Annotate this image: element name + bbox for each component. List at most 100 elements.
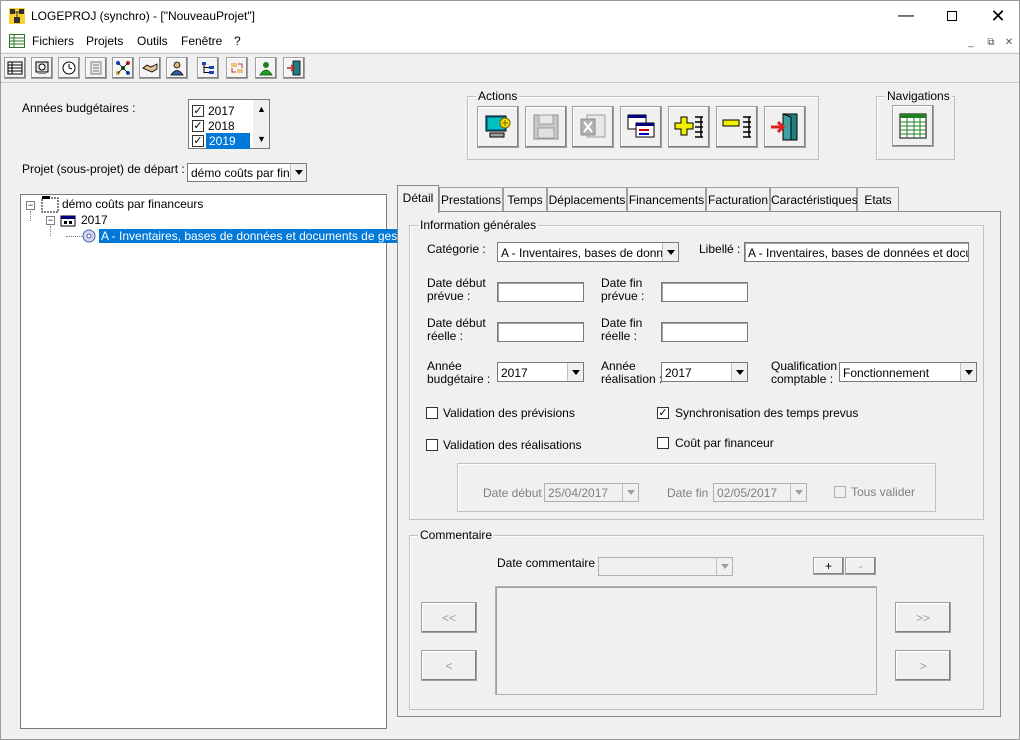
remove-comment-button[interactable]: - [845,557,876,575]
date-commentaire-label: Date commentaire : [497,556,602,570]
excel-export-icon[interactable] [572,106,614,148]
computer-wizard-icon[interactable] [477,106,519,148]
project-label: Projet (sous-projet) de départ : [22,162,185,176]
tab-deplacements[interactable]: Déplacements [547,187,627,211]
task-disc-icon [82,229,96,243]
chevron-down-icon[interactable] [731,363,747,381]
commentaire-title: Commentaire [418,528,495,542]
document-icon[interactable] [85,57,107,79]
date-fin-prevue-input[interactable] [661,282,748,302]
menu-fichiers[interactable]: Fichiers [32,34,74,48]
date-debut-prevue-input[interactable] [497,282,584,302]
table-icon[interactable] [4,57,26,79]
categorie-label: Catégorie : [427,242,486,256]
tree-chart-icon[interactable] [197,57,219,79]
budget-icon[interactable] [31,57,53,79]
last-comment-button[interactable]: >> [895,602,951,633]
collapse-icon[interactable]: − [26,201,35,210]
exit-door-icon[interactable] [764,106,806,148]
window-list-icon[interactable] [620,106,662,148]
collapse-icon[interactable]: − [46,216,55,225]
mdi-close-icon[interactable]: ✕ [1001,36,1017,50]
actions-title: Actions [476,89,520,103]
chevron-down-icon[interactable] [567,363,583,381]
date-debut-reelle-label: Date début réelle : [427,316,486,343]
user-icon[interactable] [166,57,188,79]
tree-year-node[interactable]: 2017 [81,213,108,227]
chevron-down-icon[interactable] [622,484,638,501]
chevron-down-icon[interactable] [290,164,306,181]
chevron-down-icon[interactable] [790,484,806,501]
window-title: LOGEPROJ (synchro) - ["NouveauProjet"] [31,9,255,23]
network-icon[interactable] [112,57,134,79]
sub-date-debut-label: Date début : [483,486,549,500]
tab-detail[interactable]: Détail [397,185,439,213]
menu-projets[interactable]: Projets [86,34,123,48]
chevron-down-icon[interactable] [716,558,732,575]
add-comment-button[interactable]: + [813,557,844,575]
date-fin-prevue-label: Date fin prévue : [601,276,645,303]
maximize-icon[interactable] [929,1,975,31]
handshake-icon[interactable] [139,57,161,79]
tree-task-node[interactable]: A - Inventaires, bases de données et doc… [98,228,420,244]
menu-outils[interactable]: Outils [137,34,168,48]
date-commentaire-select[interactable] [598,557,733,576]
categorie-select[interactable]: A - Inventaires, bases de données [497,242,679,262]
annee-realisation-label: Année réalisation : [601,359,663,386]
sub-date-fin-select[interactable]: 02/05/2017 [713,483,807,502]
annee-budgetaire-label: Année budgétaire : [427,359,491,386]
scroll-down-icon[interactable]: ▼ [257,134,266,144]
date-fin-reelle-input[interactable] [661,322,748,342]
transfer-icon[interactable] [226,57,248,79]
chevron-down-icon[interactable] [662,243,678,261]
years-label: Années budgétaires : [22,101,136,115]
scroll-up-icon[interactable]: ▲ [257,104,266,114]
years-checklist[interactable]: ✓ 2017 ✓ 2018 ✓ 2019 ▲ ▼ [188,99,270,149]
first-comment-button[interactable]: << [421,602,477,633]
navigations-title: Navigations [885,89,952,103]
chevron-down-icon[interactable] [960,363,976,381]
close-icon[interactable]: ✕ [975,1,1020,31]
project-tree[interactable]: − démo coûts par financeurs − 2017 A - I… [20,194,420,729]
tab-etats[interactable]: Etats [857,187,899,211]
tree-root-node[interactable]: démo coûts par financeurs [62,197,203,211]
qualification-label: Qualification comptable : [771,359,838,386]
years-scrollbar[interactable]: ▲ ▼ [253,100,269,148]
clock-icon[interactable] [58,57,80,79]
tab-facturation[interactable]: Facturation [706,187,770,211]
save-disk-icon[interactable] [525,106,567,148]
remove-row-icon[interactable] [716,106,758,148]
mdi-minimize-icon[interactable]: _ [963,36,979,50]
date-debut-reelle-input[interactable] [497,322,584,342]
exit-door-icon[interactable] [283,57,305,79]
next-comment-button[interactable]: > [895,650,951,681]
annee-realisation-select[interactable]: 2017 [661,362,748,382]
mdi-restore-icon[interactable]: ⧉ [983,36,999,50]
project-folder-icon [41,196,59,213]
add-row-icon[interactable] [668,106,710,148]
sub-date-debut-select[interactable]: 25/04/2017 [544,483,639,502]
tab-temps[interactable]: Temps [503,187,547,211]
calendar-year-icon [60,215,76,227]
date-fin-reelle-label: Date fin réelle : [601,316,643,343]
mdi-child-icon[interactable] [9,34,25,48]
spreadsheet-icon[interactable] [892,105,934,147]
qualification-select[interactable]: Fonctionnement [839,362,977,382]
project-select[interactable]: démo coûts par finan [187,163,307,182]
libelle-label: Libellé : [699,242,741,256]
prev-comment-button[interactable]: < [421,650,477,681]
app-window: LOGEPROJ (synchro) - ["NouveauProjet"] —… [0,0,1020,740]
minimize-icon[interactable]: — [883,1,929,31]
info-title: Information générales [418,218,539,232]
menu-fenetre[interactable]: Fenêtre [181,34,222,48]
toolbar [1,53,1019,83]
date-debut-prevue-label: Date début prévue : [427,276,486,303]
menu-help[interactable]: ? [234,34,241,48]
tab-caracteristiques[interactable]: Caractéristiques [770,187,858,211]
tab-financements[interactable]: Financements [627,187,706,211]
libelle-input[interactable]: A - Inventaires, bases de données et doc… [744,242,969,262]
tab-prestations[interactable]: Prestations [439,187,503,211]
annee-budgetaire-select[interactable]: 2017 [497,362,584,382]
people-icon[interactable] [255,57,277,79]
comment-textarea[interactable] [495,586,877,695]
